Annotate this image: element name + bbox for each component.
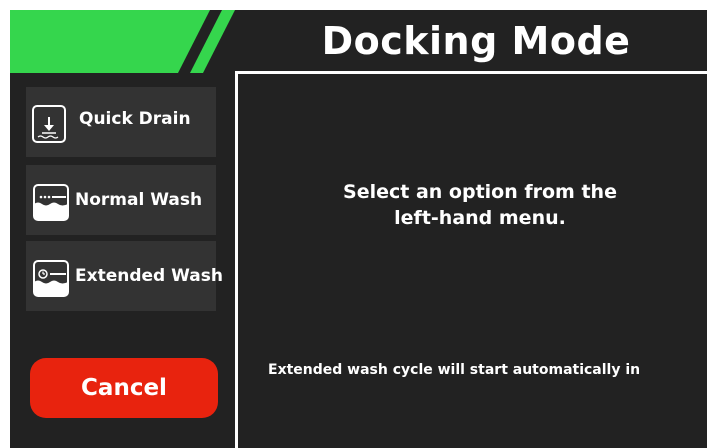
normal-wash-label: Normal Wash <box>75 190 203 210</box>
extended-wash-button[interactable]: Extended Wash <box>26 241 223 311</box>
instruction-text: Select an option from the left-hand menu… <box>238 179 707 231</box>
header-bar: Docking Mode <box>10 10 707 73</box>
instruction-line-2: left-hand menu. <box>394 207 566 229</box>
extended-wash-icon <box>33 260 69 297</box>
page-title: Docking Mode <box>321 19 631 63</box>
main-panel: Select an option from the left-hand menu… <box>238 74 707 448</box>
extended-wash-label: Extended Wash <box>75 266 223 286</box>
wash-icon <box>33 184 69 221</box>
normal-wash-button[interactable]: Normal Wash <box>26 165 216 235</box>
countdown-message: Extended wash cycle will start automatic… <box>268 362 641 378</box>
cancel-button[interactable]: Cancel <box>30 358 218 418</box>
instruction-line-1: Select an option from the <box>343 181 617 203</box>
drain-icon <box>32 105 66 143</box>
quick-drain-button[interactable]: Quick Drain <box>26 87 216 157</box>
docking-mode-screen: Docking Mode Quick Drain Normal Wash Ext… <box>0 0 707 448</box>
sidebar: Quick Drain Normal Wash Extended Wash Ca… <box>10 73 235 448</box>
brand-stripes-logo <box>10 10 235 73</box>
quick-drain-label: Quick Drain <box>79 109 191 129</box>
